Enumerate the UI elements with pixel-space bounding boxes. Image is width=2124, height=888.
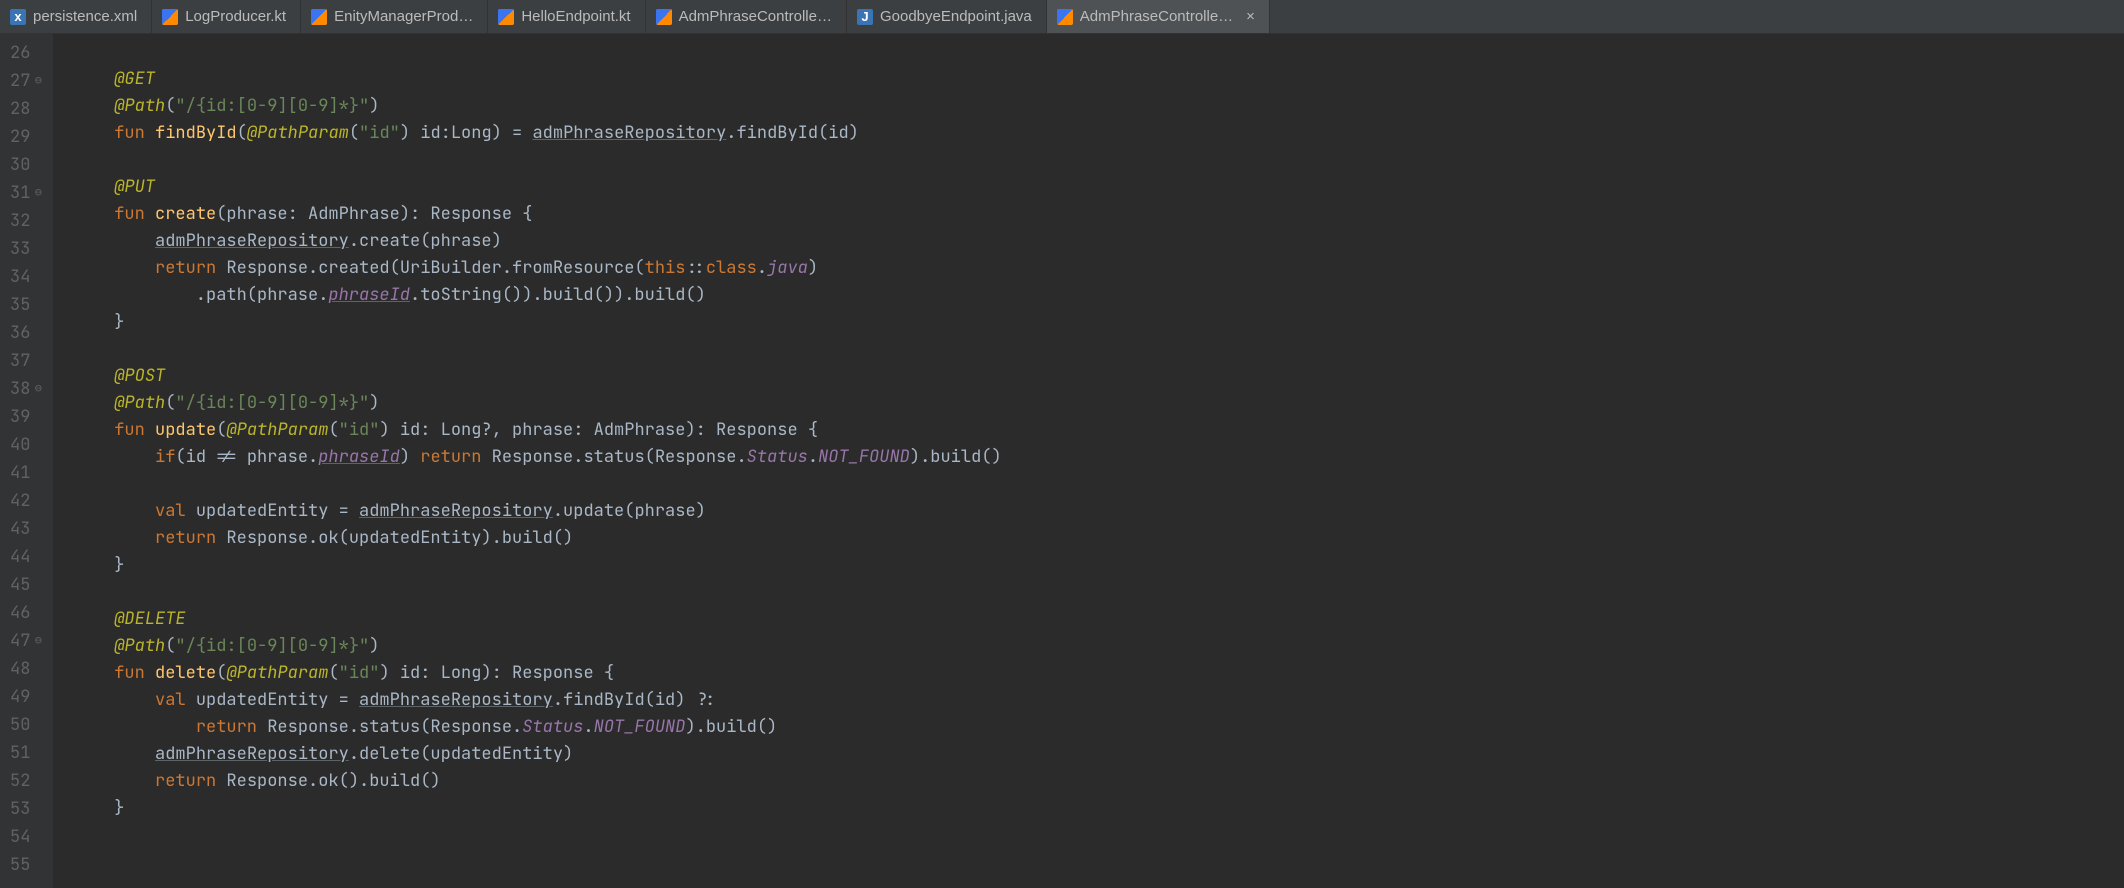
tab-label: persistence.xml: [33, 8, 137, 25]
tab-admphrasecontroller-1[interactable]: AdmPhraseControlle…: [646, 0, 847, 33]
kotlin-file-icon: [1057, 9, 1073, 25]
tab-admphrasecontroller-2[interactable]: AdmPhraseControlle… ×: [1047, 0, 1270, 33]
kotlin-file-icon: [311, 9, 327, 25]
tab-label: LogProducer.kt: [185, 8, 286, 25]
tab-label: EnityManagerProd…: [334, 8, 473, 25]
tab-logproducer[interactable]: LogProducer.kt: [152, 0, 301, 33]
tab-helloendpoint[interactable]: HelloEndpoint.kt: [488, 0, 645, 33]
tab-persistence-xml[interactable]: x persistence.xml: [0, 0, 152, 33]
line-gutter: 26 27⊖ 28 29 30 31⊖ 32 33 34 35 36 37 38…: [0, 34, 53, 888]
close-icon[interactable]: ×: [1246, 8, 1255, 25]
tab-label: HelloEndpoint.kt: [521, 8, 630, 25]
xml-file-icon: x: [10, 9, 26, 25]
kotlin-file-icon: [656, 9, 672, 25]
kotlin-file-icon: [162, 9, 178, 25]
tab-label: AdmPhraseControlle…: [1080, 8, 1233, 25]
tab-label: GoodbyeEndpoint.java: [880, 8, 1032, 25]
code-editor[interactable]: 26 27⊖ 28 29 30 31⊖ 32 33 34 35 36 37 38…: [0, 34, 2124, 888]
code-area[interactable]: @GET @Path("/{id:[0-9][0-9]*}") fun find…: [53, 34, 1001, 888]
tab-label: AdmPhraseControlle…: [679, 8, 832, 25]
tab-entitymanagerprod[interactable]: EnityManagerProd…: [301, 0, 488, 33]
editor-tabbar: x persistence.xml LogProducer.kt EnityMa…: [0, 0, 2124, 34]
kotlin-file-icon: [498, 9, 514, 25]
java-file-icon: J: [857, 9, 873, 25]
tab-goodbyeendpoint[interactable]: J GoodbyeEndpoint.java: [847, 0, 1047, 33]
